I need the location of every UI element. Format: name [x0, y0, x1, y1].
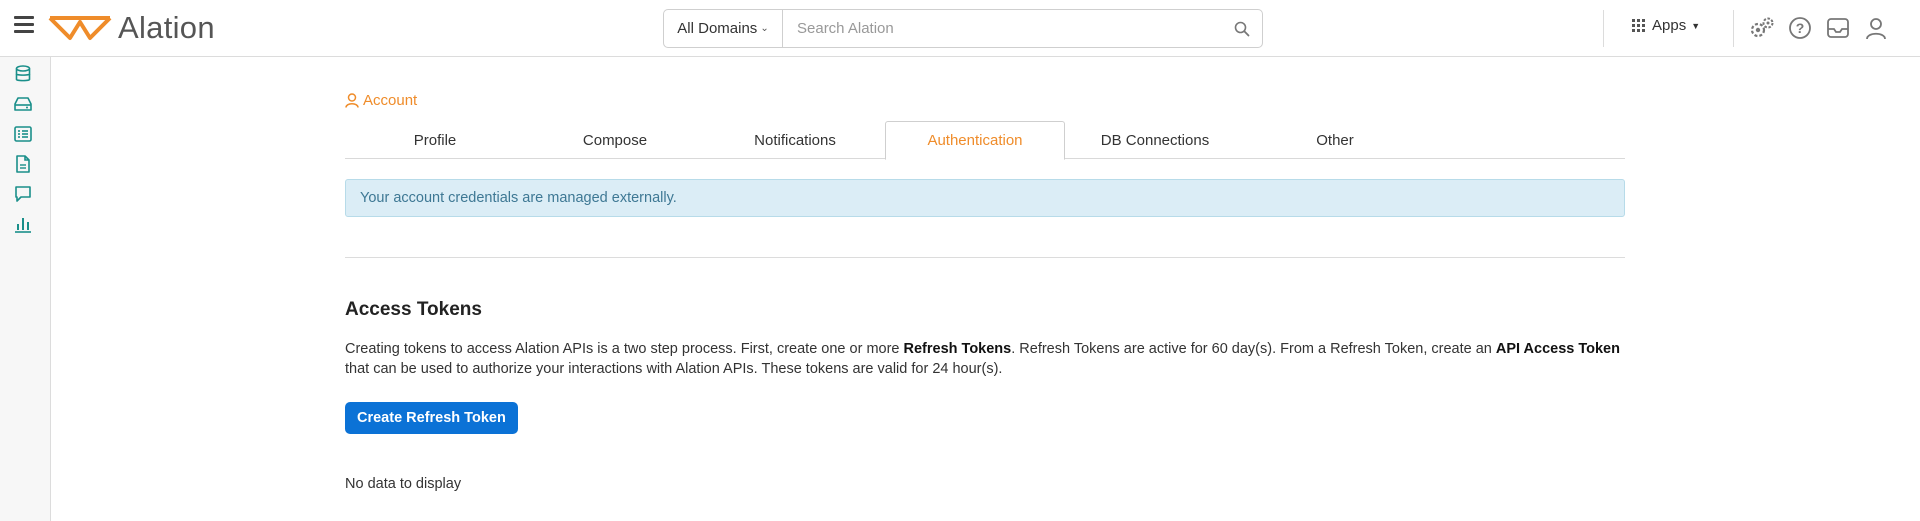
apps-grid-icon	[1632, 18, 1646, 33]
domain-select-value: All Domains	[677, 20, 758, 37]
empty-state: No data to display	[345, 476, 462, 492]
catalog-list-icon[interactable]	[13, 124, 33, 144]
svg-text:?: ?	[1796, 20, 1805, 36]
menu-icon[interactable]	[14, 16, 34, 36]
user-icon[interactable]	[1862, 14, 1890, 42]
description-text: that can be used to authorize your inter…	[345, 361, 1003, 377]
access-tokens-title: Access Tokens	[345, 299, 482, 320]
description-text: . Refresh Tokens are active for 60 day(s…	[1011, 341, 1496, 357]
user-icon	[345, 93, 359, 108]
description-bold-api-access-token: API Access Token	[1495, 341, 1620, 357]
chart-icon[interactable]	[13, 214, 33, 234]
top-navbar: Alation All Domains ⌄ Apps ▼ ?	[0, 0, 1920, 57]
info-alert: Your account credentials are managed ext…	[345, 179, 1625, 217]
apps-label: Apps	[1652, 17, 1687, 34]
database-icon[interactable]	[13, 64, 33, 84]
left-rail	[0, 57, 51, 521]
domain-select[interactable]: All Domains ⌄	[664, 10, 783, 47]
description-bold-refresh-tokens: Refresh Tokens	[903, 341, 1012, 357]
breadcrumb-label: Account	[363, 92, 418, 109]
conversation-icon[interactable]	[13, 184, 33, 204]
tab-notifications[interactable]: Notifications	[705, 121, 885, 159]
tab-compose[interactable]: Compose	[525, 121, 705, 159]
settings-icon[interactable]	[1748, 14, 1776, 42]
header-divider	[1603, 10, 1604, 47]
help-icon[interactable]: ?	[1786, 14, 1814, 42]
account-tabs: Profile Compose Notifications Authentica…	[345, 121, 1625, 160]
tab-other[interactable]: Other	[1245, 121, 1425, 159]
search-icon[interactable]	[1222, 21, 1262, 37]
section-divider	[345, 257, 1625, 258]
tab-authentication[interactable]: Authentication	[885, 121, 1065, 160]
document-icon[interactable]	[13, 154, 33, 174]
access-tokens-description: Creating tokens to access Alation APIs i…	[345, 339, 1625, 379]
drive-icon[interactable]	[13, 94, 33, 114]
search-input[interactable]	[783, 10, 1222, 47]
inbox-icon[interactable]	[1824, 14, 1852, 42]
chevron-down-icon: ⌄	[760, 23, 769, 34]
alation-logo-mark-icon	[48, 16, 112, 40]
tab-db-connections[interactable]: DB Connections	[1065, 121, 1245, 159]
global-search: All Domains ⌄	[663, 9, 1263, 48]
breadcrumb-account[interactable]: Account	[345, 92, 417, 109]
apps-menu[interactable]: Apps ▼	[1632, 17, 1700, 34]
description-text: Creating tokens to access Alation APIs i…	[345, 341, 904, 357]
header-divider	[1733, 10, 1734, 47]
alation-logo[interactable]: Alation	[48, 10, 215, 46]
create-refresh-token-button[interactable]: Create Refresh Token	[345, 402, 518, 434]
alation-logo-text: Alation	[118, 10, 215, 45]
tab-profile[interactable]: Profile	[345, 121, 525, 159]
caret-down-icon: ▼	[1691, 20, 1701, 31]
